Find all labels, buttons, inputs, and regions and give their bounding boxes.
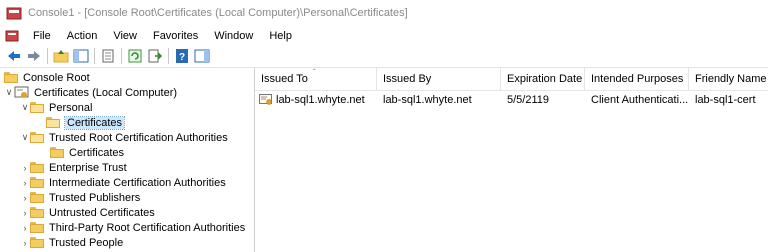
show-hide-tree-icon[interactable]	[73, 48, 89, 64]
toolbar: ?	[0, 45, 768, 68]
tree-item-trusted-root-certificates[interactable]: Certificates	[50, 145, 124, 160]
tree-item-label: Console Root	[23, 71, 90, 84]
column-header-issued-to[interactable]: Issued To ˆ	[255, 68, 377, 90]
export-list-icon[interactable]	[147, 48, 163, 64]
mmc-app-icon[interactable]	[6, 5, 22, 21]
tree-item-label: Certificates	[69, 146, 125, 159]
title-bar: Console1 - [Console Root\Certificates (L…	[0, 0, 768, 26]
tree-item-certificates-local-computer[interactable]: ∨ Certificates (Local Computer)	[4, 85, 177, 100]
column-header-friendly-name[interactable]: Friendly Name	[689, 68, 768, 90]
issued-to-value: lab-sql1.whyte.net	[276, 93, 365, 106]
forward-arrow-icon[interactable]	[26, 48, 42, 64]
column-label: Intended Purposes	[591, 73, 684, 85]
up-folder-icon[interactable]	[53, 48, 69, 64]
back-arrow-icon[interactable]	[6, 48, 22, 64]
expiration-date-value: 5/5/2119	[507, 93, 550, 106]
column-label: Friendly Name	[695, 73, 767, 85]
menu-view[interactable]: View	[105, 30, 145, 42]
folder-icon	[4, 72, 18, 83]
menu-bar: File Action View Favorites Window Help	[0, 26, 768, 45]
tree-item-label: Untrusted Certificates	[49, 206, 155, 219]
menu-help[interactable]: Help	[261, 30, 300, 42]
tree-item-personal[interactable]: ∨ Personal	[20, 100, 93, 115]
column-label: Issued By	[383, 73, 432, 85]
chevron-right-icon[interactable]: ›	[20, 205, 30, 220]
tree-item-third-party-root[interactable]: › Third-Party Root Certification Authori…	[20, 220, 246, 235]
chevron-right-icon[interactable]: ›	[20, 160, 30, 175]
toolbar-separator	[47, 48, 48, 64]
tree-item-label: Certificates	[63, 115, 126, 130]
tree-item-label: Third-Party Root Certification Authoriti…	[49, 221, 246, 234]
console-menu-icon[interactable]	[5, 29, 19, 43]
window-title: Console1 - [Console Root\Certificates (L…	[28, 7, 408, 19]
friendly-name-value: lab-sql1-cert	[695, 93, 756, 106]
chevron-down-icon[interactable]: ∨	[20, 130, 30, 145]
folder-open-icon	[30, 102, 44, 113]
chevron-right-icon[interactable]: ›	[20, 235, 30, 250]
certificate-store-icon	[14, 86, 30, 100]
tree-item-trusted-people[interactable]: › Trusted People	[20, 235, 124, 250]
intended-purposes-value: Client Authenticati...	[591, 93, 689, 106]
tree-item-trusted-root[interactable]: ∨ Trusted Root Certification Authorities	[20, 130, 228, 145]
folder-open-icon	[46, 117, 60, 128]
tree-item-enterprise-trust[interactable]: › Enterprise Trust	[20, 160, 127, 175]
toolbar-separator	[94, 48, 95, 64]
properties-icon[interactable]	[100, 48, 116, 64]
cell-issued-to[interactable]: lab-sql1.whyte.net	[255, 91, 377, 108]
folder-icon	[30, 207, 44, 218]
cell-intended-purposes: Client Authenticati...	[585, 91, 689, 108]
chevron-right-icon[interactable]: ›	[20, 190, 30, 205]
certificate-list: Issued To ˆ Issued By Expiration Date In…	[255, 68, 768, 252]
menu-action[interactable]: Action	[59, 30, 106, 42]
folder-icon	[30, 162, 44, 173]
folder-icon	[30, 192, 44, 203]
chevron-right-icon[interactable]: ›	[20, 175, 30, 190]
column-header-issued-by[interactable]: Issued By	[377, 68, 501, 90]
toolbar-separator	[168, 48, 169, 64]
menu-window[interactable]: Window	[206, 30, 261, 42]
tree-item-label: Intermediate Certification Authorities	[49, 176, 226, 189]
sort-ascending-icon: ˆ	[313, 68, 316, 77]
tree-item-personal-certificates[interactable]: Certificates	[46, 115, 126, 130]
refresh-icon[interactable]	[127, 48, 143, 64]
column-label: Expiration Date	[507, 73, 583, 85]
tree-item-untrusted-certificates[interactable]: › Untrusted Certificates	[20, 205, 155, 220]
folder-icon	[30, 237, 44, 248]
help-icon[interactable]: ?	[174, 48, 190, 64]
tree-item-label: Personal	[49, 101, 93, 114]
tree-item-label: Trusted Publishers	[49, 191, 141, 204]
toolbar-separator	[121, 48, 122, 64]
cell-expiration-date: 5/5/2119	[501, 91, 585, 108]
folder-icon	[30, 177, 44, 188]
tree-item-console-root[interactable]: Console Root	[4, 70, 90, 85]
svg-text:?: ?	[179, 52, 185, 63]
folder-open-icon	[30, 132, 44, 143]
tree-item-label: Certificates (Local Computer)	[34, 86, 178, 99]
folder-icon	[50, 147, 64, 158]
column-header-expiration-date[interactable]: Expiration Date	[501, 68, 585, 90]
console-tree: Console Root ∨ Certificates (Local Compu…	[0, 68, 255, 252]
tree-item-label: Enterprise Trust	[49, 161, 127, 174]
chevron-down-icon[interactable]: ∨	[20, 100, 30, 115]
cell-issued-by: lab-sql1.whyte.net	[377, 91, 501, 108]
tree-item-label: Trusted Root Certification Authorities	[49, 131, 228, 144]
folder-icon	[30, 222, 44, 233]
chevron-down-icon[interactable]: ∨	[4, 85, 14, 100]
tree-item-trusted-publishers[interactable]: › Trusted Publishers	[20, 190, 141, 205]
certificate-icon	[259, 93, 273, 106]
cell-friendly-name: lab-sql1-cert	[689, 91, 768, 108]
column-header-intended-purposes[interactable]: Intended Purposes	[585, 68, 689, 90]
menu-favorites[interactable]: Favorites	[145, 30, 206, 42]
tree-item-intermediate-ca[interactable]: › Intermediate Certification Authorities	[20, 175, 226, 190]
issued-by-value: lab-sql1.whyte.net	[383, 93, 472, 106]
menu-file[interactable]: File	[25, 30, 59, 42]
action-pane-icon[interactable]	[194, 48, 210, 64]
tree-item-label: Trusted People	[49, 236, 124, 249]
column-label: Issued To	[261, 73, 308, 85]
chevron-right-icon[interactable]: ›	[20, 220, 30, 235]
